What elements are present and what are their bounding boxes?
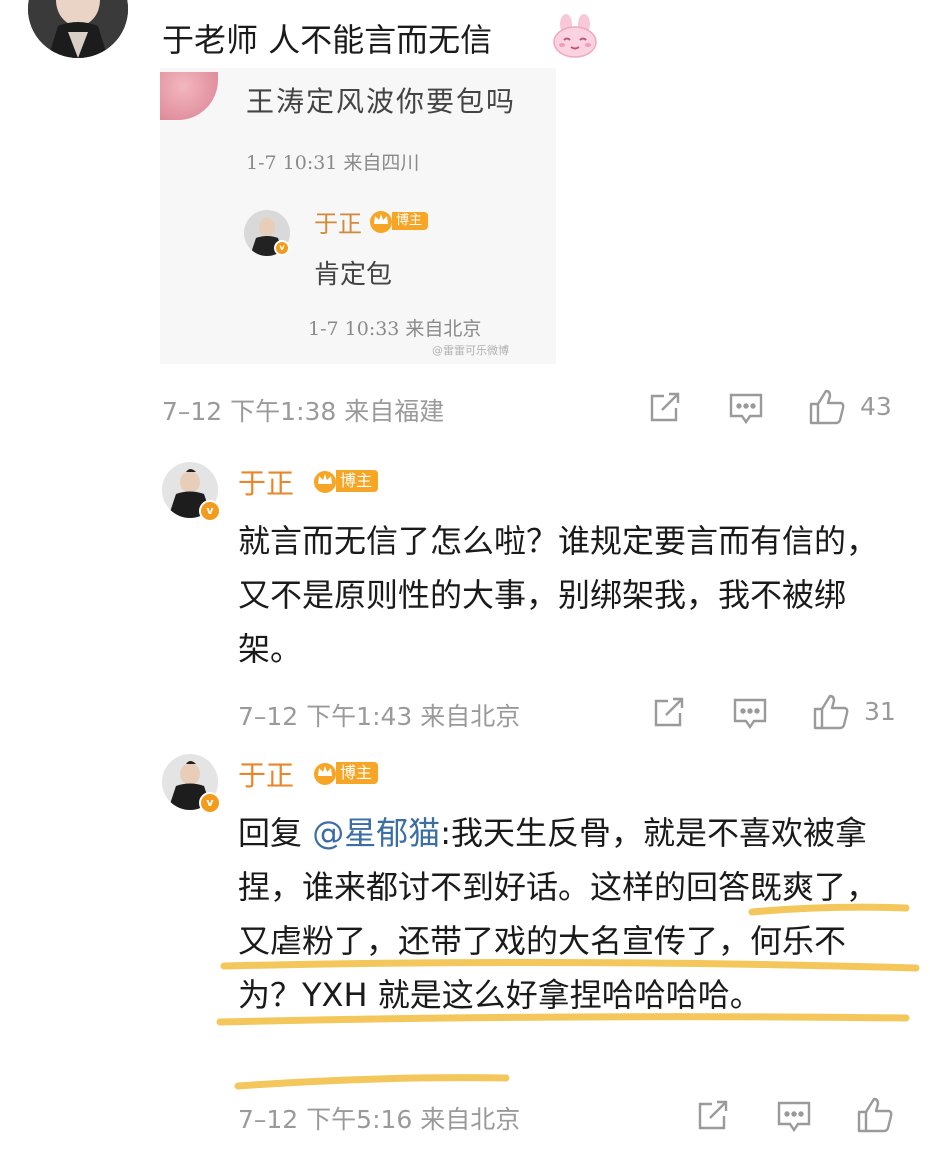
comment-meta: 7–12 下午5:16 来自北京	[238, 1105, 521, 1134]
like-icon[interactable]	[856, 1096, 894, 1134]
comment-icon[interactable]	[776, 1100, 812, 1134]
share-icon[interactable]	[696, 1100, 730, 1132]
comment-body: 回复 @星郁猫:我天生反骨，就是不喜欢被拿捏，谁来都讨不到好话。这样的回答既爽了…	[238, 806, 898, 1022]
reply-prefix: 回复	[238, 814, 303, 852]
mention-link[interactable]: @星郁猫	[312, 814, 440, 852]
